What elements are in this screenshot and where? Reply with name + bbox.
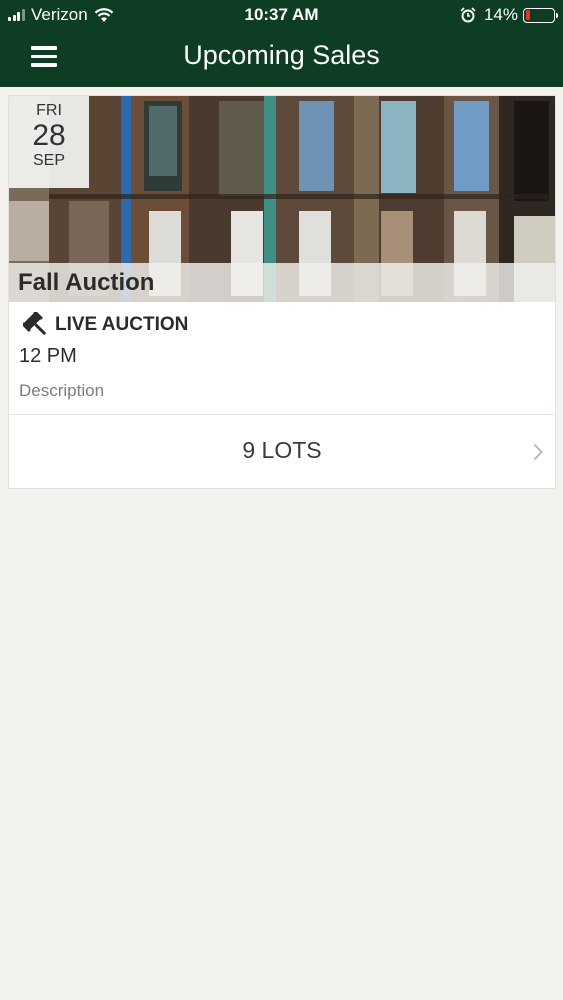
sale-image: FRI 28 SEP Fall Auction — [9, 96, 555, 302]
status-bar: Verizon 10:37 AM 14% — [0, 0, 563, 30]
chevron-right-icon — [533, 443, 543, 461]
status-right-group: 14% — [460, 5, 558, 25]
sale-time: 12 PM — [19, 345, 77, 367]
date-month: SEP — [32, 152, 65, 169]
alarm-icon — [460, 7, 476, 23]
battery-icon — [523, 7, 558, 23]
date-badge: FRI 28 SEP — [9, 96, 89, 188]
battery-percentage: 14% — [483, 5, 518, 24]
sale-type-row: LIVE AUCTION — [23, 312, 188, 338]
sale-type: LIVE AUCTION — [55, 314, 189, 335]
sale-description: Description — [19, 381, 105, 400]
sale-title-band: Fall Auction — [9, 263, 555, 302]
date-weekday: FRI — [36, 102, 62, 119]
sale-card[interactable]: FRI 28 SEP Fall Auction LIVE AUCTION 12 … — [8, 95, 556, 489]
lots-label: 9 LOTS — [242, 437, 322, 463]
battery-level — [525, 10, 530, 20]
sale-title[interactable]: Fall Auction — [18, 269, 154, 297]
page-title: Upcoming Sales — [183, 40, 380, 70]
lots-button[interactable]: 9 LOTS — [9, 415, 555, 488]
date-day: 28 — [32, 119, 66, 152]
app-header: Verizon 10:37 AM 14% Upcoming Sales — [0, 0, 563, 87]
gavel-icon — [23, 312, 46, 335]
